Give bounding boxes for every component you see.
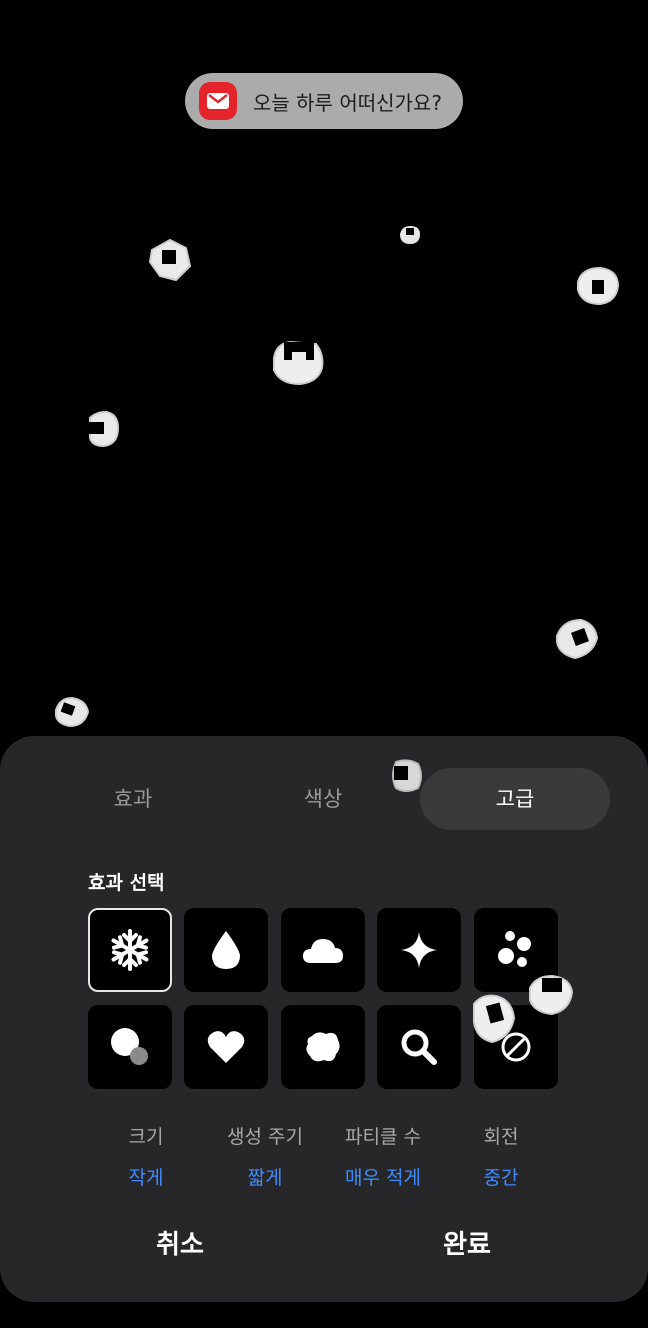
effect-settings-sheet: 효과 색상 고급 효과 선택 크기 작게 생성 주기 짧게 파티클 수 매우 적…: [0, 736, 648, 1302]
particle: [392, 759, 422, 792]
effect-option-magnifier[interactable]: [377, 1005, 461, 1089]
particle: [556, 618, 599, 660]
sparkle-icon: [401, 932, 437, 968]
toast-message: 오늘 하루 어떠신가요?: [253, 90, 442, 115]
param-size[interactable]: 크기 작게: [86, 1122, 206, 1190]
effect-option-cloud[interactable]: [281, 908, 365, 992]
param-particle-count-value: 매우 적게: [345, 1167, 421, 1189]
heart-icon: [207, 1031, 245, 1063]
tab-advanced[interactable]: 고급: [420, 768, 610, 830]
particle: [577, 266, 620, 306]
particle: [473, 994, 516, 1044]
param-rotation-value: 중간: [483, 1167, 519, 1189]
mail-icon: [199, 82, 237, 120]
tab-bar: 효과 색상 고급: [36, 768, 610, 830]
param-spawn-interval-value: 짧게: [247, 1167, 283, 1189]
effect-option-snowflake[interactable]: [88, 908, 172, 992]
effect-option-circles[interactable]: [88, 1005, 172, 1089]
cancel-button[interactable]: 취소: [100, 1224, 260, 1261]
water-drop-icon: [212, 931, 240, 969]
particle: [55, 696, 90, 728]
param-rotation-label: 회전: [483, 1126, 519, 1148]
particle: [148, 238, 192, 282]
param-particle-count-label: 파티클 수: [345, 1126, 421, 1148]
param-spawn-interval[interactable]: 생성 주기 짧게: [205, 1122, 325, 1190]
blob-icon: [306, 1032, 340, 1062]
param-size-value: 작게: [128, 1167, 164, 1189]
overlapping-circles-icon: [111, 1028, 148, 1065]
section-title: 효과 선택: [88, 872, 165, 894]
cloud-icon: [303, 939, 343, 963]
magnifier-icon: [401, 1029, 437, 1065]
particle: [529, 974, 574, 1016]
param-size-label: 크기: [128, 1126, 164, 1148]
bubbles-icon: [498, 931, 531, 967]
param-rotation[interactable]: 회전 중간: [441, 1122, 561, 1190]
effect-option-sparkle[interactable]: [377, 908, 461, 992]
particle: [88, 410, 120, 448]
particle: [400, 226, 420, 244]
snowflake-icon: [111, 929, 149, 971]
param-particle-count[interactable]: 파티클 수 매우 적게: [323, 1122, 443, 1190]
effect-option-blob[interactable]: [281, 1005, 365, 1089]
effect-option-heart[interactable]: [184, 1005, 268, 1089]
tab-effect[interactable]: 효과: [36, 768, 230, 830]
notification-toast[interactable]: 오늘 하루 어떠신가요?: [185, 73, 463, 129]
param-spawn-interval-label: 생성 주기: [227, 1126, 303, 1148]
done-button[interactable]: 완료: [387, 1224, 547, 1261]
particle: [273, 340, 324, 386]
effect-option-drop[interactable]: [184, 908, 268, 992]
